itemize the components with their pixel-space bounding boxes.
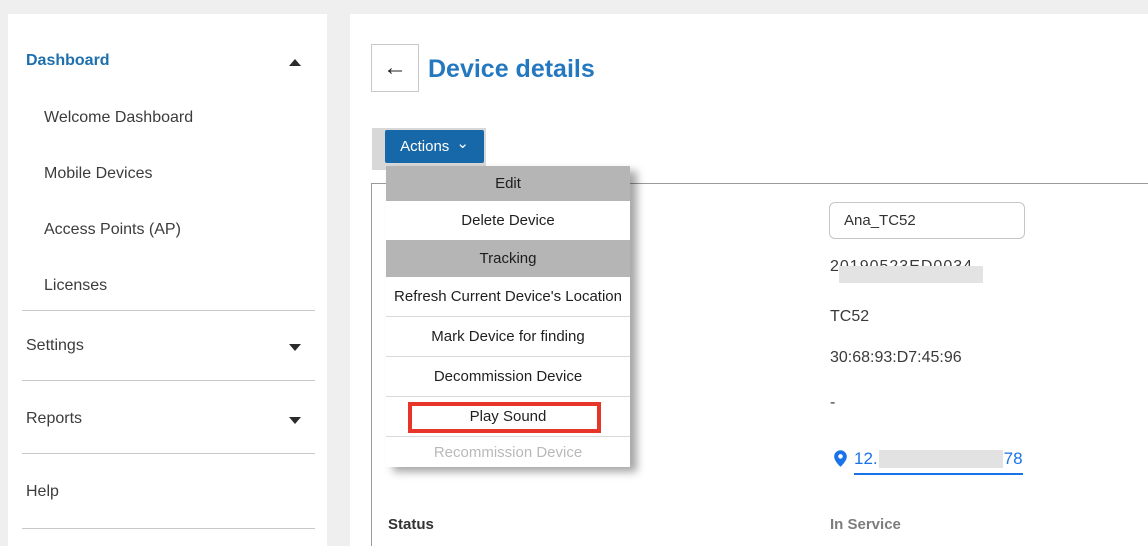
menu-item-delete-device[interactable]: Delete Device bbox=[386, 201, 630, 240]
sidebar-item-reports[interactable]: Reports bbox=[26, 410, 317, 428]
sidebar-divider bbox=[22, 380, 315, 381]
sidebar-item-label: Reports bbox=[26, 410, 82, 428]
menu-item-label: Recommission Device bbox=[434, 444, 582, 461]
sidebar-item-mobile-devices[interactable]: Mobile Devices bbox=[44, 165, 317, 183]
sidebar-item-label: Help bbox=[26, 483, 59, 501]
sidebar-item-label: Welcome Dashboard bbox=[44, 109, 193, 127]
actions-dropdown-menu: Edit Delete Device Tracking Refresh Curr… bbox=[386, 166, 630, 467]
sidebar-item-label: Dashboard bbox=[26, 52, 110, 70]
menu-item-recommission-device: Recommission Device bbox=[386, 436, 630, 467]
status-label: Status bbox=[388, 516, 434, 533]
device-serial-value: 20190523ED0034 bbox=[830, 258, 1000, 284]
details-panel-left-border bbox=[371, 183, 372, 546]
sidebar-divider bbox=[22, 453, 315, 454]
menu-item-refresh-location[interactable]: Refresh Current Device's Location bbox=[386, 277, 630, 316]
redaction-overlay bbox=[879, 450, 1003, 468]
sidebar-item-help[interactable]: Help bbox=[26, 483, 317, 501]
sidebar-item-label: Access Points (AP) bbox=[44, 221, 181, 239]
actions-dropdown-button[interactable]: Actions ⌄ bbox=[385, 130, 484, 163]
chevron-down-icon bbox=[289, 344, 301, 351]
device-model-value: TC52 bbox=[830, 308, 869, 326]
menu-header-label: Edit bbox=[495, 175, 521, 192]
location-coordinates-link[interactable]: 12. 78 bbox=[854, 449, 1023, 475]
sidebar: Dashboard Welcome Dashboard Mobile Devic… bbox=[8, 14, 327, 546]
menu-header-label: Tracking bbox=[480, 250, 537, 267]
chevron-down-icon bbox=[289, 417, 301, 424]
device-empty-value: - bbox=[830, 394, 835, 412]
location-link-suffix: 78 bbox=[1004, 449, 1023, 469]
sidebar-item-welcome-dashboard[interactable]: Welcome Dashboard bbox=[44, 109, 317, 127]
map-pin-icon bbox=[831, 447, 850, 470]
back-arrow-icon: ← bbox=[383, 54, 407, 82]
redaction-overlay bbox=[839, 266, 983, 283]
menu-section-header-tracking: Tracking bbox=[386, 240, 630, 277]
location-link-prefix: 12. bbox=[854, 449, 878, 469]
sidebar-item-access-points[interactable]: Access Points (AP) bbox=[44, 221, 317, 239]
menu-item-label: Refresh Current Device's Location bbox=[394, 288, 622, 305]
sidebar-divider bbox=[22, 310, 315, 311]
actions-button-container: Actions ⌄ bbox=[372, 128, 486, 170]
menu-item-mark-for-finding[interactable]: Mark Device for finding bbox=[386, 316, 630, 356]
menu-item-label: Decommission Device bbox=[434, 368, 582, 385]
back-button[interactable]: ← bbox=[371, 44, 419, 92]
chevron-up-icon bbox=[289, 59, 301, 66]
menu-item-label: Play Sound bbox=[470, 408, 547, 425]
menu-item-decommission-device[interactable]: Decommission Device bbox=[386, 356, 630, 396]
chevron-down-icon: ⌄ bbox=[456, 139, 469, 149]
sidebar-item-licenses[interactable]: Licenses bbox=[44, 277, 317, 295]
sidebar-divider bbox=[22, 528, 315, 529]
main-content: ← Device details Actions ⌄ 20190523ED003… bbox=[350, 14, 1148, 546]
sidebar-item-label: Settings bbox=[26, 337, 84, 355]
page-title: Device details bbox=[428, 55, 595, 84]
device-name-input[interactable] bbox=[829, 202, 1025, 239]
sidebar-item-dashboard[interactable]: Dashboard bbox=[26, 52, 317, 70]
status-value: In Service bbox=[830, 516, 901, 533]
device-location-row: 12. 78 bbox=[831, 447, 1023, 475]
actions-button-label: Actions bbox=[400, 138, 449, 155]
menu-item-label: Mark Device for finding bbox=[431, 328, 584, 345]
menu-section-header-edit: Edit bbox=[386, 166, 630, 201]
sidebar-item-label: Mobile Devices bbox=[44, 165, 152, 183]
sidebar-item-settings[interactable]: Settings bbox=[26, 337, 317, 355]
device-mac-value: 30:68:93:D7:45:96 bbox=[830, 349, 962, 367]
sidebar-item-label: Licenses bbox=[44, 277, 107, 295]
menu-item-play-sound[interactable]: Play Sound bbox=[386, 396, 630, 436]
menu-item-label: Delete Device bbox=[461, 212, 554, 229]
